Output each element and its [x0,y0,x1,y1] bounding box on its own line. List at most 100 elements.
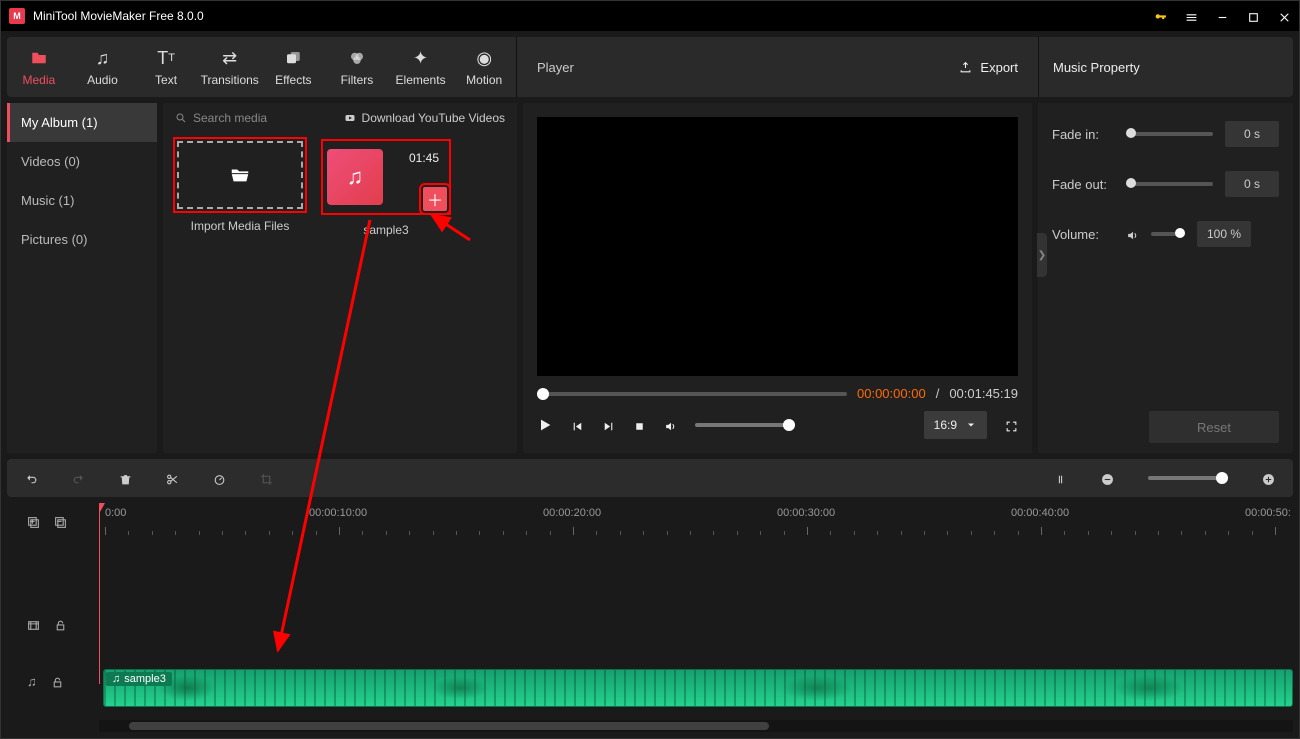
aspect-ratio-select[interactable]: 16:9 [924,411,987,439]
timeline-ruler[interactable]: 0:00 00:00:10:00 00:00:20:00 00:00:30:00… [99,503,1293,539]
props-title: Music Property [1053,60,1140,75]
ruler-mark: 0:00 [105,507,126,519]
tab-effects[interactable]: Effects [262,37,326,97]
menu-icon[interactable] [1185,8,1198,23]
fade-in-label: Fade in: [1052,127,1114,142]
playhead[interactable] [99,503,100,684]
volume-slider[interactable] [695,423,795,427]
tab-audio-label: Audio [87,73,118,87]
tab-audio[interactable]: ♫ Audio [71,37,135,97]
media-clip-sample3[interactable]: ♫ 01:45 ＋ [323,141,449,213]
fit-button[interactable] [1054,470,1067,485]
tab-text[interactable]: TT Text [134,37,198,97]
timeline: ♫ 0:00 00:00:10:00 00:00:20:00 00:00:30:… [7,503,1293,732]
app-title: MiniTool MovieMaker Free 8.0.0 [33,9,1146,23]
split-button[interactable] [166,470,179,485]
reset-button[interactable]: Reset [1149,411,1279,443]
tab-filters-label: Filters [341,73,374,87]
clip-name-label: sample3 [363,223,408,237]
zoom-out-button[interactable] [1101,470,1114,485]
player-header: Player Export [517,37,1038,97]
sidebar-item-pictures[interactable]: Pictures (0) [7,220,157,259]
fullscreen-button[interactable] [1005,417,1018,432]
properties-collapse-button[interactable]: ❯ [1037,233,1047,277]
effects-icon [284,47,302,69]
add-track-button[interactable] [27,513,40,528]
audio-track[interactable]: ♫ sample3 [99,657,1293,723]
lock-video-button[interactable] [54,617,67,632]
seek-bar[interactable] [537,392,847,396]
player-panel: 00:00:00:00 / 00:01:45:19 16:9 [523,103,1032,453]
zoom-slider[interactable] [1148,476,1228,480]
fade-out-slider[interactable] [1126,182,1213,186]
clip-tag: ♫ sample3 [106,672,172,686]
tab-media-label: Media [22,73,55,87]
titlebar: M MiniTool MovieMaker Free 8.0.0 [1,1,1299,31]
lock-audio-button[interactable] [51,674,64,689]
video-track-icon [27,617,40,632]
sidebar-item-videos[interactable]: Videos (0) [7,142,157,181]
remove-track-button[interactable] [54,513,67,528]
fade-in-value[interactable]: 0 s [1225,121,1279,147]
tab-elements-label: Elements [396,73,446,87]
tab-text-label: Text [155,73,177,87]
text-icon: TT [157,47,175,69]
undo-button[interactable] [25,470,38,485]
elements-icon: ✦ [413,47,428,69]
ruler-mark: 00:00:40:00 [1011,507,1069,519]
audio-clip-sample3[interactable]: ♫ sample3 [103,669,1293,707]
close-icon[interactable] [1278,8,1291,23]
key-icon[interactable] [1154,8,1167,23]
timeline-scrollbar[interactable] [99,720,1293,732]
volume-label: Volume: [1052,227,1114,242]
toolbar: Media ♫ Audio TT Text ⇄ Transitions Effe… [7,37,1293,97]
video-track[interactable] [99,591,1293,657]
stop-button[interactable] [633,417,646,432]
volume-small-icon [1126,226,1139,241]
clip-duration: 01:45 [409,151,439,165]
speed-button[interactable] [213,470,226,485]
volume-icon[interactable] [664,417,677,432]
fade-out-value[interactable]: 0 s [1225,171,1279,197]
chevron-down-icon [965,419,977,431]
tab-filters[interactable]: Filters [325,37,389,97]
play-button[interactable] [537,417,553,434]
tab-transitions[interactable]: ⇄ Transitions [198,37,262,97]
zoom-in-button[interactable] [1262,470,1275,485]
sidebar-item-myalbum[interactable]: My Album (1) [7,103,157,142]
sidebar-item-music[interactable]: Music (1) [7,181,157,220]
music-thumb-icon: ♫ [327,149,383,205]
crop-button[interactable] [260,470,273,485]
folder-open-icon [229,164,251,186]
tab-media[interactable]: Media [7,37,71,97]
add-clip-button[interactable]: ＋ [423,187,447,211]
sidebar: My Album (1) Videos (0) Music (1) Pictur… [7,103,157,453]
transitions-icon: ⇄ [222,47,237,69]
volume-prop-slider[interactable] [1151,232,1185,236]
next-frame-button[interactable] [602,417,615,432]
search-input[interactable]: Search media [175,111,267,125]
fade-out-label: Fade out: [1052,177,1114,192]
player-label: Player [537,60,574,75]
delete-button[interactable] [119,470,132,485]
ruler-mark: 00:00:20:00 [543,507,601,519]
export-button[interactable]: Export [959,60,1018,75]
tab-elements[interactable]: ✦ Elements [389,37,453,97]
ruler-mark: 00:00:30:00 [777,507,835,519]
search-placeholder: Search media [193,111,267,125]
minimize-icon[interactable] [1216,8,1229,23]
download-youtube-button[interactable]: Download YouTube Videos [344,111,505,125]
prev-frame-button[interactable] [571,417,584,432]
import-media-button[interactable] [177,141,303,209]
folder-icon [30,47,48,69]
ruler-mark: 00:00:50: [1245,507,1291,519]
fade-in-slider[interactable] [1126,132,1213,136]
maximize-icon[interactable] [1247,8,1260,23]
tab-motion[interactable]: ◉ Motion [452,37,516,97]
redo-button[interactable] [72,470,85,485]
preview-viewport [537,117,1018,376]
tab-motion-label: Motion [466,73,502,87]
aspect-ratio-label: 16:9 [934,418,957,432]
volume-value[interactable]: 100 % [1197,221,1251,247]
props-header: Music Property [1038,37,1293,97]
